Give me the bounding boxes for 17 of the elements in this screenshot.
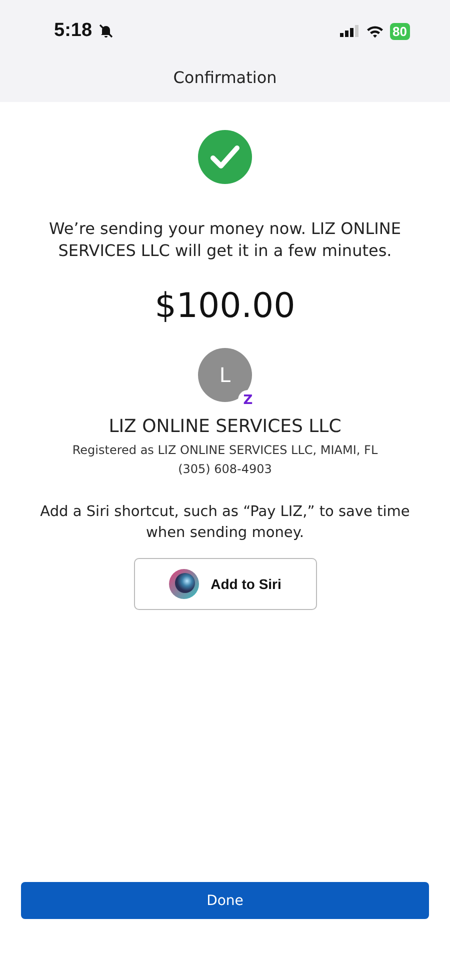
muted-bell-icon	[98, 23, 114, 39]
wifi-icon	[366, 24, 384, 38]
avatar-initial: L	[219, 363, 231, 387]
add-to-siri-button[interactable]: Add to Siri	[134, 558, 316, 610]
registered-name: Registered as LIZ ONLINE SERVICES LLC, MIAMI, FL	[72, 443, 378, 457]
checkmark-icon	[198, 130, 252, 184]
phone-number: (305) 608-4903	[178, 462, 272, 476]
page-title: Confirmation	[172, 67, 278, 87]
confirmation-message: We’re sending your money now. LIZ ONLINE SERVICES LLC will get it in a few minutes.	[48, 218, 402, 262]
amount: $100.00	[154, 286, 296, 326]
status-time: 5:18	[54, 20, 92, 42]
done-button[interactable]: Done	[21, 882, 429, 919]
recipient-name: LIZ ONLINE SERVICES LLC	[108, 416, 342, 437]
battery-level: 80	[390, 22, 410, 40]
signal-icon	[340, 25, 360, 37]
siri-hint: Add a Siri shortcut, such as “Pay LIZ,” to save time when sending money.	[39, 503, 411, 543]
siri-orb-icon	[168, 569, 199, 599]
